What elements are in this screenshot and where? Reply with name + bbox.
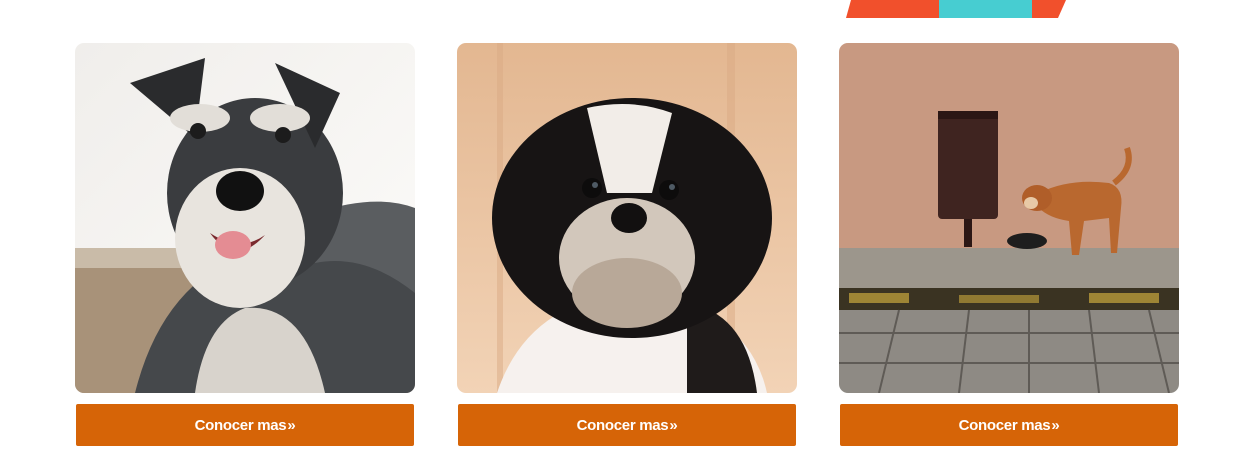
double-chevron-right-icon: » [287,416,296,434]
button-label: Conocer mas [576,416,669,434]
schnauzer-dog-photo [75,43,415,393]
dog-card-3: Conocer mas » [839,43,1179,446]
deco-red-left [846,0,941,18]
deco-teal-middle [939,0,1034,18]
double-chevron-right-icon: » [1051,416,1060,434]
shih-tzu-dog-photo [457,43,797,393]
decorative-shape [846,0,1066,18]
button-label: Conocer mas [958,416,1051,434]
deco-red-right [1032,0,1066,18]
dog-card-1: Conocer mas » [75,43,415,446]
double-chevron-right-icon: » [669,416,678,434]
conocer-mas-button-3[interactable]: Conocer mas » [840,404,1178,446]
conocer-mas-button-2[interactable]: Conocer mas » [458,404,796,446]
street-dog-by-trash-can-photo [839,43,1179,393]
dog-card-2: Conocer mas » [457,43,797,446]
conocer-mas-button-1[interactable]: Conocer mas » [76,404,414,446]
button-label: Conocer mas [194,416,287,434]
